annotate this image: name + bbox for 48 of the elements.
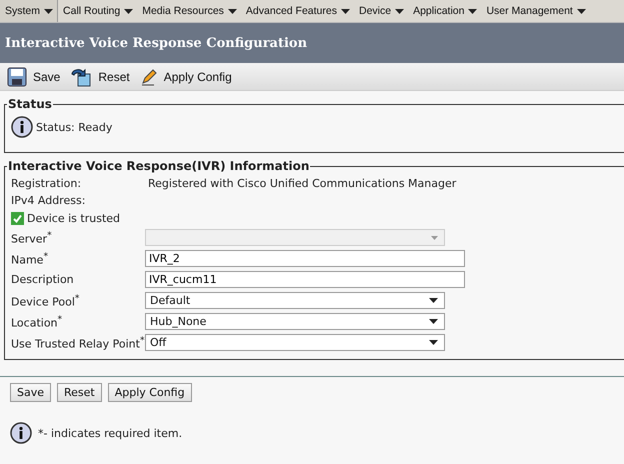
caret-icon bbox=[124, 8, 134, 14]
page-title: Interactive Voice Response Configuration bbox=[5, 36, 308, 50]
section-legend: Status bbox=[7, 97, 53, 111]
text-field[interactable]: IVR_2 bbox=[145, 250, 465, 267]
dropdown[interactable]: Hub_None bbox=[145, 313, 445, 330]
text-field[interactable]: IVR_cucm11 bbox=[145, 271, 465, 288]
dropdown[interactable]: Default bbox=[145, 292, 445, 309]
caret-icon bbox=[431, 236, 438, 240]
caret-icon bbox=[395, 8, 404, 14]
reset-icon bbox=[70, 66, 92, 86]
required-note: *- indicates required item. bbox=[38, 426, 182, 440]
caret-icon bbox=[44, 8, 54, 14]
section-legend: Interactive Voice Response(IVR) Information bbox=[7, 159, 310, 173]
info-icon bbox=[10, 422, 32, 444]
pencil-icon bbox=[140, 68, 158, 86]
caret-icon bbox=[429, 319, 438, 324]
field-label: IPv4 Address: bbox=[11, 194, 86, 207]
dropdown[interactable]: Off bbox=[145, 334, 445, 351]
checkbox-label: Device is trusted bbox=[27, 212, 120, 224]
status-text: Status: Ready bbox=[36, 120, 112, 134]
form-button[interactable]: Reset bbox=[57, 383, 102, 402]
caret-icon bbox=[340, 8, 350, 14]
info-icon bbox=[11, 116, 33, 138]
field-label: Server$^{*}$ bbox=[11, 230, 53, 246]
toolbar-button[interactable]: Apply Config bbox=[140, 68, 232, 86]
registration-value: Registered with Cisco Unified Communications Manager bbox=[148, 177, 456, 190]
menu-item[interactable]: System bbox=[0, 0, 58, 22]
form-button[interactable]: Apply Config bbox=[108, 383, 192, 402]
field-label: Registration: bbox=[11, 177, 82, 190]
menu-item[interactable]: Call Routing bbox=[58, 0, 138, 22]
caret-icon bbox=[429, 298, 438, 303]
caret-icon bbox=[468, 8, 478, 14]
caret-icon bbox=[228, 8, 237, 14]
menu-item[interactable]: Advanced Features bbox=[240, 0, 354, 22]
toolbar-button[interactable]: Save bbox=[7, 66, 60, 86]
form-button[interactable]: Save bbox=[10, 383, 52, 402]
menu-item[interactable]: User Management bbox=[481, 0, 590, 22]
caret-icon bbox=[429, 340, 438, 345]
menu-item[interactable]: Device bbox=[354, 0, 408, 22]
caret-icon bbox=[576, 8, 586, 14]
field-label: Device Pool$^{*}$ bbox=[11, 292, 80, 308]
field-label: Name$^{*}$ bbox=[11, 250, 50, 266]
menu-item[interactable]: Media Resources bbox=[137, 0, 241, 22]
menu-item[interactable]: Application bbox=[408, 0, 482, 22]
field-label: Use Trusted Relay Point$^{*}$ bbox=[11, 334, 145, 350]
toolbar-button[interactable]: Reset bbox=[70, 66, 130, 86]
field-label: Location$^{*}$ bbox=[11, 314, 64, 330]
field-label: Description bbox=[11, 273, 75, 286]
